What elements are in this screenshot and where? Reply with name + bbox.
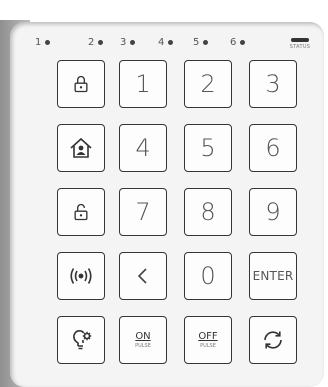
zone-dot: [203, 40, 209, 45]
key-2[interactable]: 2: [184, 60, 232, 108]
zone-indicator-1: 1: [35, 37, 51, 48]
zone-label: 5: [193, 37, 200, 48]
back-arrow-icon: [137, 268, 147, 284]
key-7[interactable]: 7: [119, 188, 167, 236]
key-label: 4: [135, 134, 151, 162]
key-label: 5: [200, 134, 216, 162]
key-label: 0: [200, 262, 216, 290]
signal-button[interactable]: [57, 252, 105, 300]
key-label: 8: [200, 198, 216, 226]
key-label: 3: [265, 70, 281, 98]
status-led: [291, 38, 309, 42]
refresh-icon: [264, 331, 282, 349]
on-pulse-label: ON PULSE: [135, 331, 151, 349]
zone-indicator-4: 4: [158, 37, 174, 48]
zone-dot: [45, 40, 51, 45]
unlock-button[interactable]: [57, 188, 105, 236]
back-button[interactable]: [119, 252, 167, 300]
key-label: ON: [135, 331, 151, 342]
key-label: 7: [135, 198, 151, 226]
key-label: OFF: [198, 331, 218, 342]
key-8[interactable]: 8: [184, 188, 232, 236]
off-pulse-button[interactable]: OFF PULSE: [184, 316, 232, 364]
key-label: 9: [265, 198, 281, 226]
key-5[interactable]: 5: [184, 124, 232, 172]
off-pulse-label: OFF PULSE: [198, 331, 217, 349]
key-label: 1: [135, 70, 151, 98]
key-9[interactable]: 9: [249, 188, 297, 236]
signal-icon: [70, 268, 92, 284]
zone-indicator-3: 3: [120, 37, 136, 48]
zone-indicator-5: 5: [193, 37, 209, 48]
status-label: STATUS: [289, 44, 311, 50]
zone-label: 6: [230, 37, 237, 48]
key-6[interactable]: 6: [249, 124, 297, 172]
bulb-gear-icon: [73, 330, 92, 350]
refresh-button[interactable]: [249, 316, 297, 364]
key-1[interactable]: 1: [119, 60, 167, 108]
unlock-icon: [74, 203, 88, 221]
key-label: 2: [200, 70, 216, 98]
light-settings-button[interactable]: [57, 316, 105, 364]
zone-dot: [98, 40, 104, 45]
key-label: ENTER: [252, 269, 294, 283]
key-label: 6: [265, 134, 281, 162]
zone-label: 1: [35, 37, 42, 48]
status-indicator: STATUS: [286, 38, 314, 54]
home-button[interactable]: [57, 124, 105, 172]
home-person-icon: [70, 137, 92, 158]
key-sublabel: PULSE: [200, 343, 216, 349]
zone-indicator-6: 6: [230, 37, 246, 48]
zone-indicator-2: 2: [88, 37, 104, 48]
key-4[interactable]: 4: [119, 124, 167, 172]
zone-dot: [240, 40, 246, 45]
enter-button[interactable]: ENTER: [249, 252, 297, 300]
zone-label: 3: [120, 37, 127, 48]
zone-dot: [168, 40, 174, 45]
on-pulse-button[interactable]: ON PULSE: [119, 316, 167, 364]
key-3[interactable]: 3: [249, 60, 297, 108]
zone-label: 2: [88, 37, 95, 48]
key-sublabel: PULSE: [135, 343, 151, 349]
lock-button[interactable]: [57, 60, 105, 108]
key-0[interactable]: 0: [184, 252, 232, 300]
lock-icon: [74, 75, 88, 93]
zone-label: 4: [158, 37, 165, 48]
zone-dot: [130, 40, 136, 45]
